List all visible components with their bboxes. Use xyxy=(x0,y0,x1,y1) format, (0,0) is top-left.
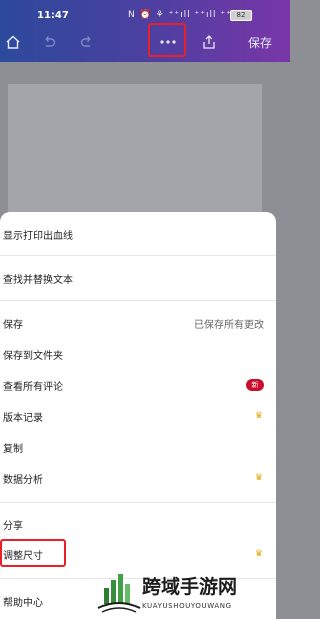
menu-divider xyxy=(0,502,276,503)
menu-item-find-replace[interactable]: 查找并替换文本 xyxy=(0,263,276,293)
save-status-text: 已保存所有更改 xyxy=(194,319,264,331)
share-upload-button[interactable] xyxy=(198,30,220,54)
status-time: 11:47 xyxy=(37,10,69,21)
save-button[interactable]: 保存 xyxy=(240,30,280,54)
menu-item-version-history[interactable]: 版本记录 ♛ xyxy=(0,401,276,431)
redo-icon xyxy=(80,36,91,47)
menu-item-label: 显示打印出血线 xyxy=(3,230,73,242)
home-icon xyxy=(6,35,20,49)
menu-item-view-comments[interactable]: 查看所有评论 新 xyxy=(0,370,276,400)
menu-item-save-to-folder[interactable]: 保存到文件夹 xyxy=(0,339,276,369)
watermark-logo-icon xyxy=(97,574,141,613)
menu-item-analytics[interactable]: 数据分析 ♛ xyxy=(0,463,276,493)
menu-item-label: 复制 xyxy=(3,443,23,455)
app-toolbar: 11:47 N ⏰ ⚘ ⁺⁺ıll ⁺⁺ıll ⁺⁺ıll ✦ 82 保存 xyxy=(0,0,290,62)
menu-item-show-bleed[interactable]: 显示打印出血线 xyxy=(0,219,276,249)
site-watermark: 跨域手游网 KUAYUSHOUYOUWANG xyxy=(96,568,286,619)
status-bar: 11:47 N ⏰ ⚘ ⁺⁺ıll ⁺⁺ıll ⁺⁺ıll ✦ 82 xyxy=(0,0,290,26)
menu-item-label: 版本记录 xyxy=(3,412,43,424)
crown-icon: ♛ xyxy=(254,473,263,483)
more-options-highlight xyxy=(148,23,186,57)
menu-item-label: 数据分析 xyxy=(3,474,43,486)
undo-button[interactable] xyxy=(38,30,60,54)
watermark-title: 跨域手游网 xyxy=(142,576,238,598)
menu-item-copy[interactable]: 复制 xyxy=(0,432,276,462)
watermark-subtitle: KUAYUSHOUYOUWANG xyxy=(142,602,232,610)
resize-highlight xyxy=(0,539,66,567)
menu-item-label: 查看所有评论 xyxy=(3,381,63,393)
crown-icon: ♛ xyxy=(254,411,263,421)
menu-item-save[interactable]: 保存 已保存所有更改 xyxy=(0,308,276,338)
menu-item-label: 帮助中心 xyxy=(3,597,43,609)
menu-item-label: 分享 xyxy=(3,520,23,532)
upload-icon xyxy=(203,35,215,49)
document-page xyxy=(8,84,262,224)
menu-item-label: 查找并替换文本 xyxy=(3,274,73,286)
menu-item-share[interactable]: 分享 xyxy=(0,509,276,539)
battery-icon: 82 xyxy=(230,10,252,21)
crown-icon: ♛ xyxy=(254,549,263,559)
new-badge: 新 xyxy=(246,379,264,391)
document-canvas xyxy=(0,62,290,224)
undo-icon xyxy=(45,36,56,47)
menu-item-label: 保存到文件夹 xyxy=(3,350,63,362)
home-button[interactable] xyxy=(2,30,24,54)
menu-divider xyxy=(0,300,276,301)
menu-divider xyxy=(0,255,276,256)
redo-button[interactable] xyxy=(76,30,98,54)
menu-item-label: 保存 xyxy=(3,319,23,331)
